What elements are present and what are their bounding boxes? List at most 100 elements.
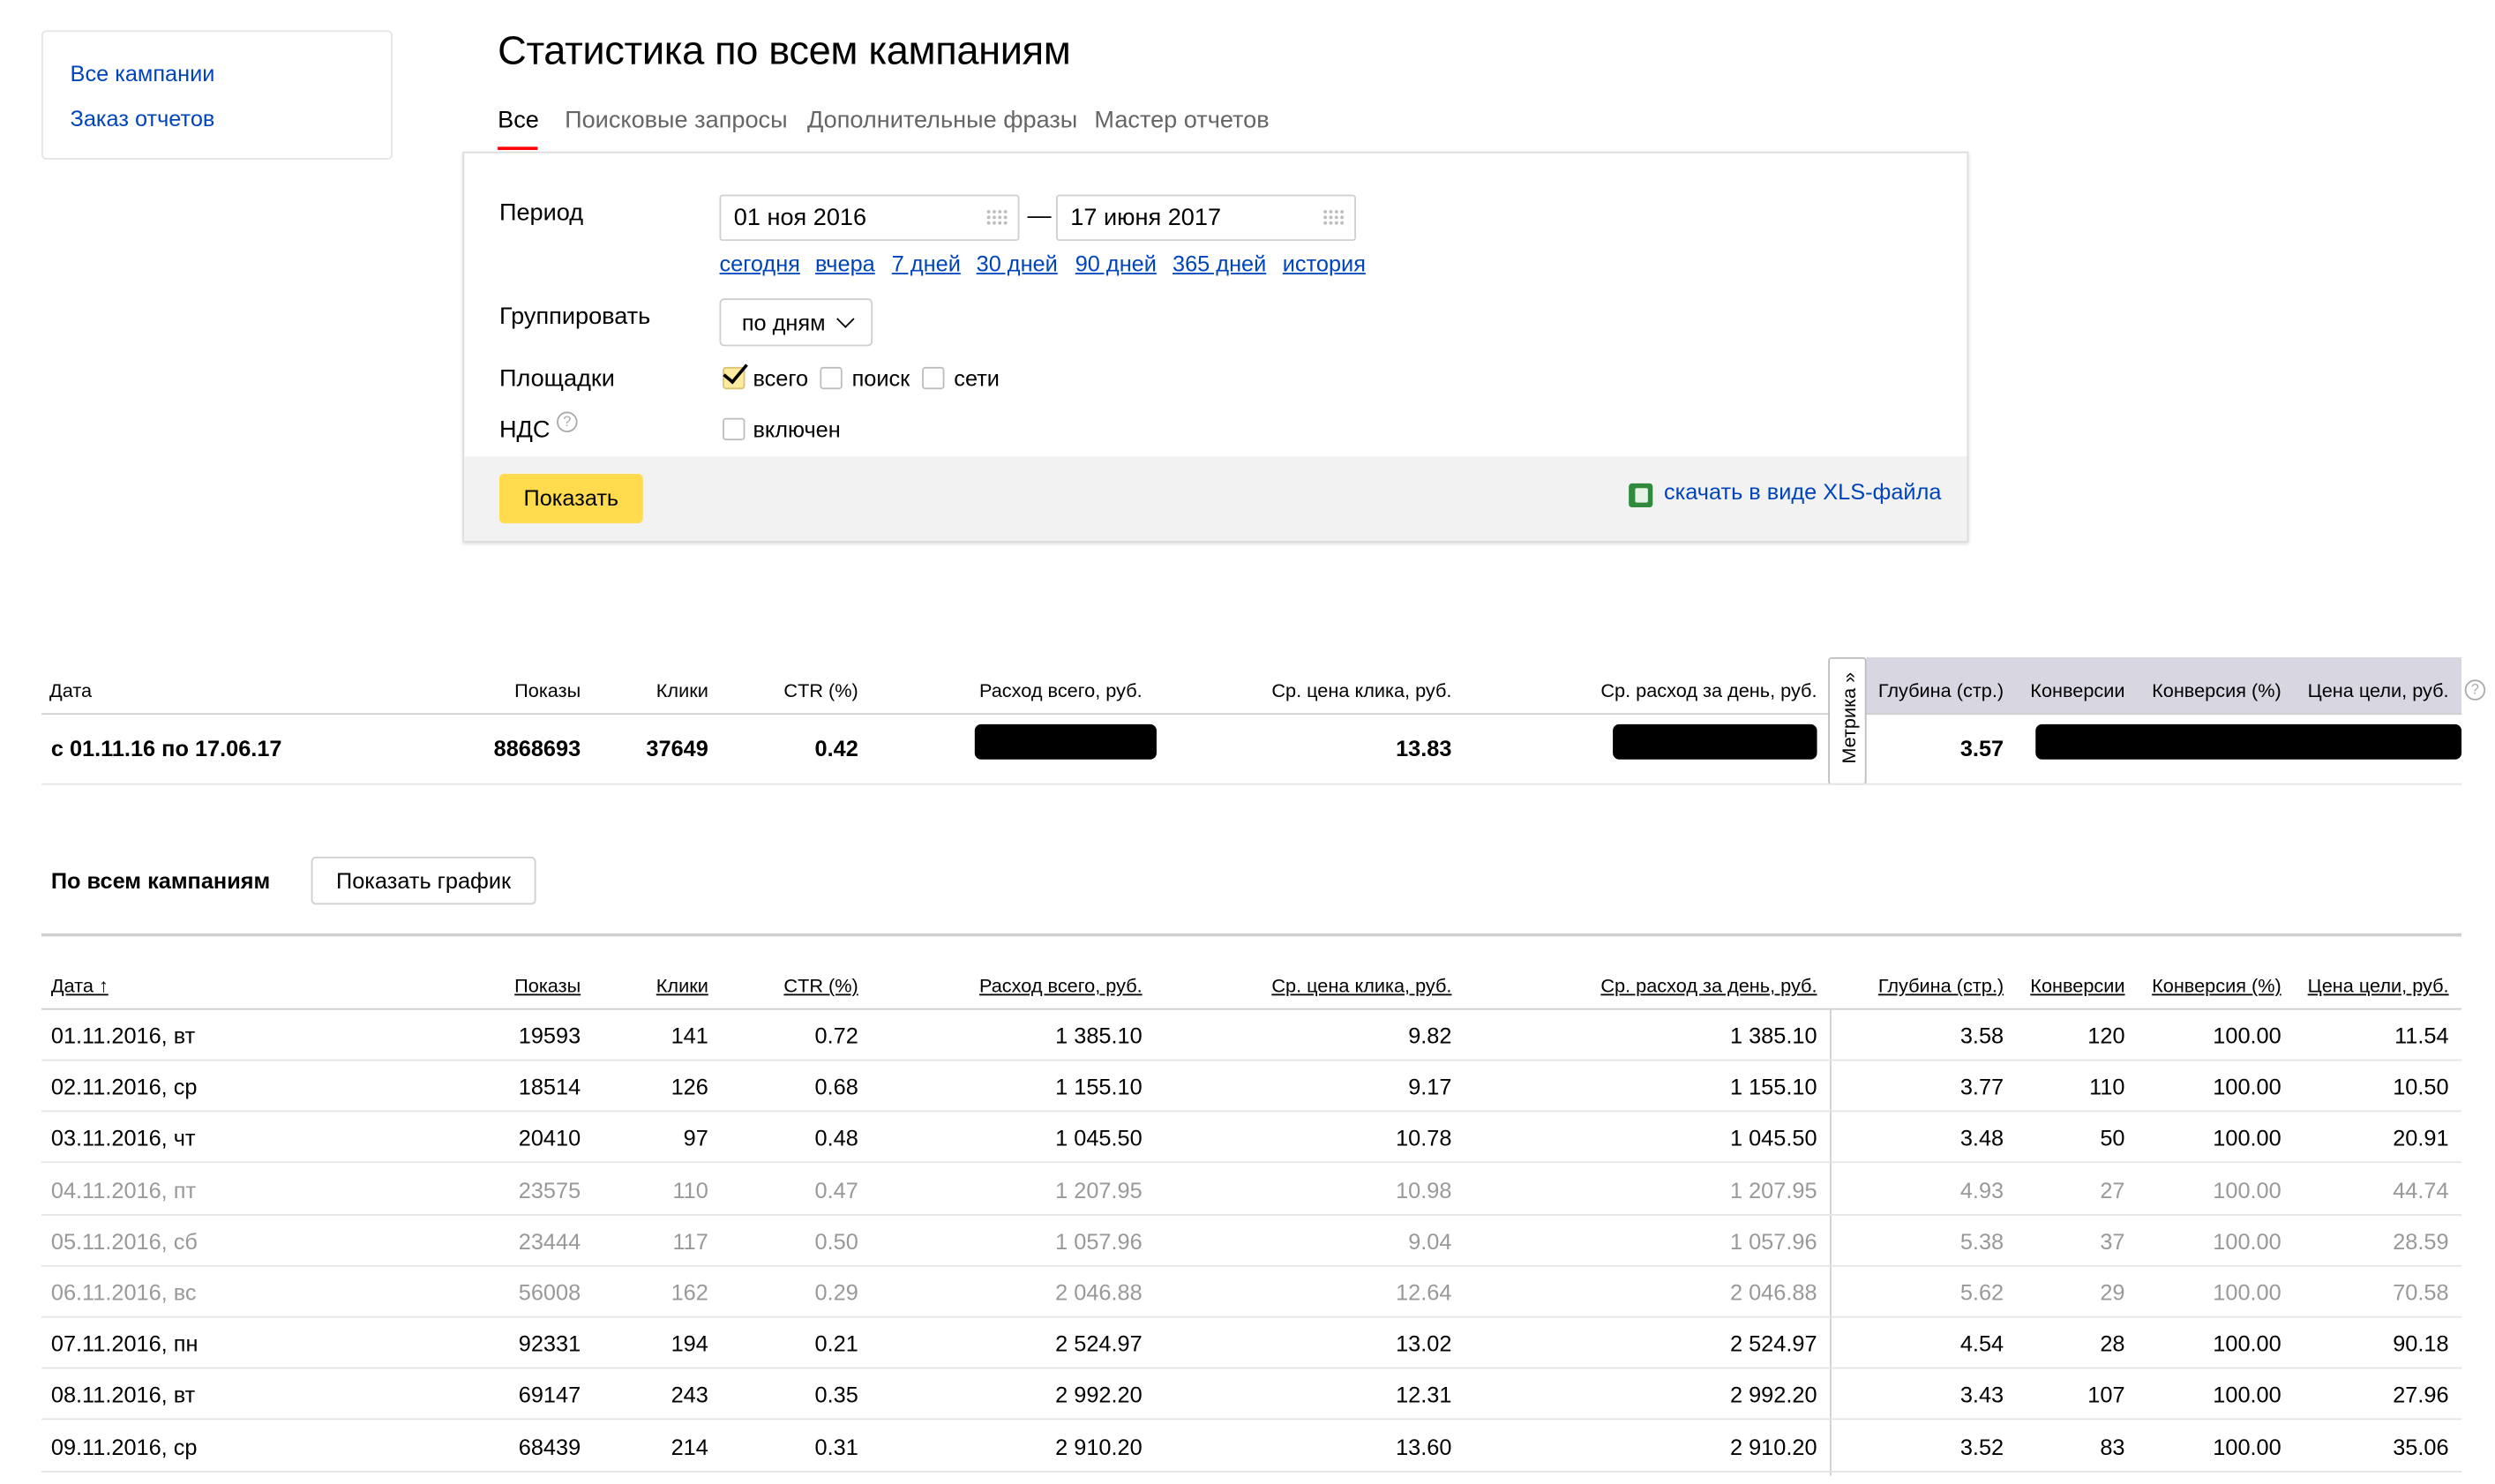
table-cell-conversions: 83 [2100,1433,2125,1459]
checkmark-icon [723,357,748,385]
table-cell-ctr: 0.31 [814,1433,858,1459]
column-header-conversion-rate[interactable]: Конверсия (%) [2152,975,2281,997]
table-cell-date: 06.11.2016, вс [50,1279,197,1306]
tab-report-wizard[interactable]: Мастер отчетов [1094,107,1269,134]
table-cell-goal-cost: 10.50 [2393,1074,2449,1100]
calendar-icon[interactable] [1322,208,1345,227]
show-chart-button[interactable]: Показать график [311,857,536,905]
column-header-shows[interactable]: Показы [514,975,581,997]
table-cell-date: 08.11.2016, вт [50,1382,196,1408]
download-xls-link[interactable]: скачать в виде XLS-файла [1664,478,1941,504]
table-header-divider [41,1008,2462,1010]
filter-panel: Период 01 ноя 2016 — 17 июня 2017 Группи… [462,151,1969,543]
date-separator: — [1027,202,1052,230]
table-cell-spend: 1 155.10 [1055,1074,1143,1100]
table-cell-depth: 3.43 [1959,1382,2004,1408]
row-divider [41,1367,2462,1369]
column-header-cpc[interactable]: Ср. цена клика, руб. [1271,975,1451,997]
table-cell-cpc: 9.82 [1408,1023,1452,1048]
row-divider [41,1264,2462,1267]
tab-search-queries[interactable]: Поисковые запросы [565,107,788,134]
column-header-daily-spend[interactable]: Ср. расход за день, руб. [1600,975,1817,997]
column-header-date[interactable]: Дата ↑ [51,975,109,997]
table-cell-conversions: 110 [2089,1074,2125,1100]
platform-search-checkbox[interactable] [820,366,843,390]
table-cell-daily-spend: 2 992.20 [1729,1382,1817,1408]
campaign-section-title: По всем кампаниям [50,867,271,894]
period-link-7-days[interactable]: 7 дней [892,251,961,276]
column-header-spend[interactable]: Расход всего, руб. [979,975,1143,997]
table-cell-spend: 1 057.96 [1055,1227,1143,1254]
redacted-value [974,723,1157,760]
row-divider [41,1213,2462,1216]
table-cell-ctr: 0.68 [814,1074,858,1100]
section-divider [41,933,2462,937]
page-title: Статистика по всем кампаниям [498,28,1071,74]
sidebar-link-all-campaigns[interactable]: Все кампании [71,61,215,86]
vat-checkbox[interactable] [723,417,746,441]
table-cell-depth: 3.58 [1959,1023,2004,1048]
table-cell-date: 09.11.2016, ср [50,1433,198,1459]
table-cell-shows: 20410 [518,1125,581,1151]
table-cell-daily-spend: 1 385.10 [1729,1023,1817,1048]
table-cell-depth: 3.48 [1959,1125,2004,1151]
table-cell-spend: 2 910.20 [1055,1433,1143,1459]
calendar-icon[interactable] [985,208,1008,227]
date-from-value: 01 ноя 2016 [733,204,867,232]
platform-networks-checkbox[interactable] [922,366,945,390]
period-link-yesterday[interactable]: вчера [815,251,875,276]
table-cell-cpc: 12.64 [1396,1279,1452,1306]
table-cell-date: 02.11.2016, ср [50,1074,198,1100]
table-cell-spend: 1 207.95 [1055,1176,1143,1203]
table-cell-conversion-rate: 100.00 [2213,1227,2281,1254]
show-button[interactable]: Показать [498,474,643,524]
table-cell-date: 05.11.2016, сб [50,1227,198,1254]
metrika-toggle-label: Метрика » [1838,671,1861,764]
platform-all-checkbox[interactable] [723,357,748,390]
table-cell-daily-spend: 1 045.50 [1729,1125,1817,1151]
table-cell-conversion-rate: 100.00 [2213,1023,2281,1048]
tab-all[interactable]: Все [498,107,539,134]
table-cell-goal-cost: 90.18 [2393,1330,2449,1357]
column-header-clicks[interactable]: Клики [656,975,708,997]
tab-additional-phrases[interactable]: Дополнительные фразы [807,107,1077,134]
row-divider [41,1315,2462,1318]
platform-all-label: всего [753,365,809,392]
period-link-history[interactable]: история [1283,251,1366,276]
column-header-conversions[interactable]: Конверсии [2030,975,2124,997]
summary-cell-shows: 8868693 [493,735,581,761]
summary-header-daily-spend: Ср. расход за день, руб. [1600,679,1817,702]
table-cell-clicks: 126 [671,1074,708,1100]
group-select[interactable]: по дням [719,298,873,347]
help-icon[interactable]: ? [557,411,578,433]
table-cell-conversions: 28 [2100,1330,2125,1357]
summary-header-conversion-rate: Конверсия (%) [2152,679,2281,702]
period-link-today[interactable]: сегодня [719,251,799,276]
table-cell-conversion-rate: 100.00 [2213,1382,2281,1408]
table-cell-ctr: 0.21 [814,1330,858,1357]
row-divider [41,1059,2462,1061]
row-divider [41,1162,2462,1164]
table-cell-depth: 4.93 [1959,1176,2004,1203]
table-cell-ctr: 0.50 [814,1227,858,1254]
metrika-toggle[interactable]: Метрика » [1828,656,1867,785]
vat-label: НДС [498,416,551,444]
date-from-input[interactable]: 01 ноя 2016 [719,194,1020,242]
table-cell-shows: 23575 [518,1176,581,1203]
redacted-value [1613,723,1817,760]
table-cell-conversion-rate: 100.00 [2213,1279,2281,1306]
table-cell-goal-cost: 35.06 [2393,1433,2449,1459]
period-link-90-days[interactable]: 90 дней [1075,251,1157,276]
date-to-input[interactable]: 17 июня 2017 [1056,194,1356,242]
period-link-365-days[interactable]: 365 дней [1173,251,1266,276]
sidebar-link-report-orders[interactable]: Заказ отчетов [71,105,215,131]
column-header-ctr[interactable]: CTR (%) [783,975,858,997]
table-cell-conversions: 37 [2100,1227,2125,1254]
period-label: Период [498,199,584,227]
table-cell-clicks: 110 [672,1176,708,1203]
column-header-goal-cost[interactable]: Цена цели, руб. [2308,975,2449,997]
table-cell-daily-spend: 1 057.96 [1729,1227,1817,1254]
period-link-30-days[interactable]: 30 дней [977,251,1058,276]
help-icon[interactable]: ? [2464,679,2486,701]
column-header-depth[interactable]: Глубина (стр.) [1878,975,2004,997]
